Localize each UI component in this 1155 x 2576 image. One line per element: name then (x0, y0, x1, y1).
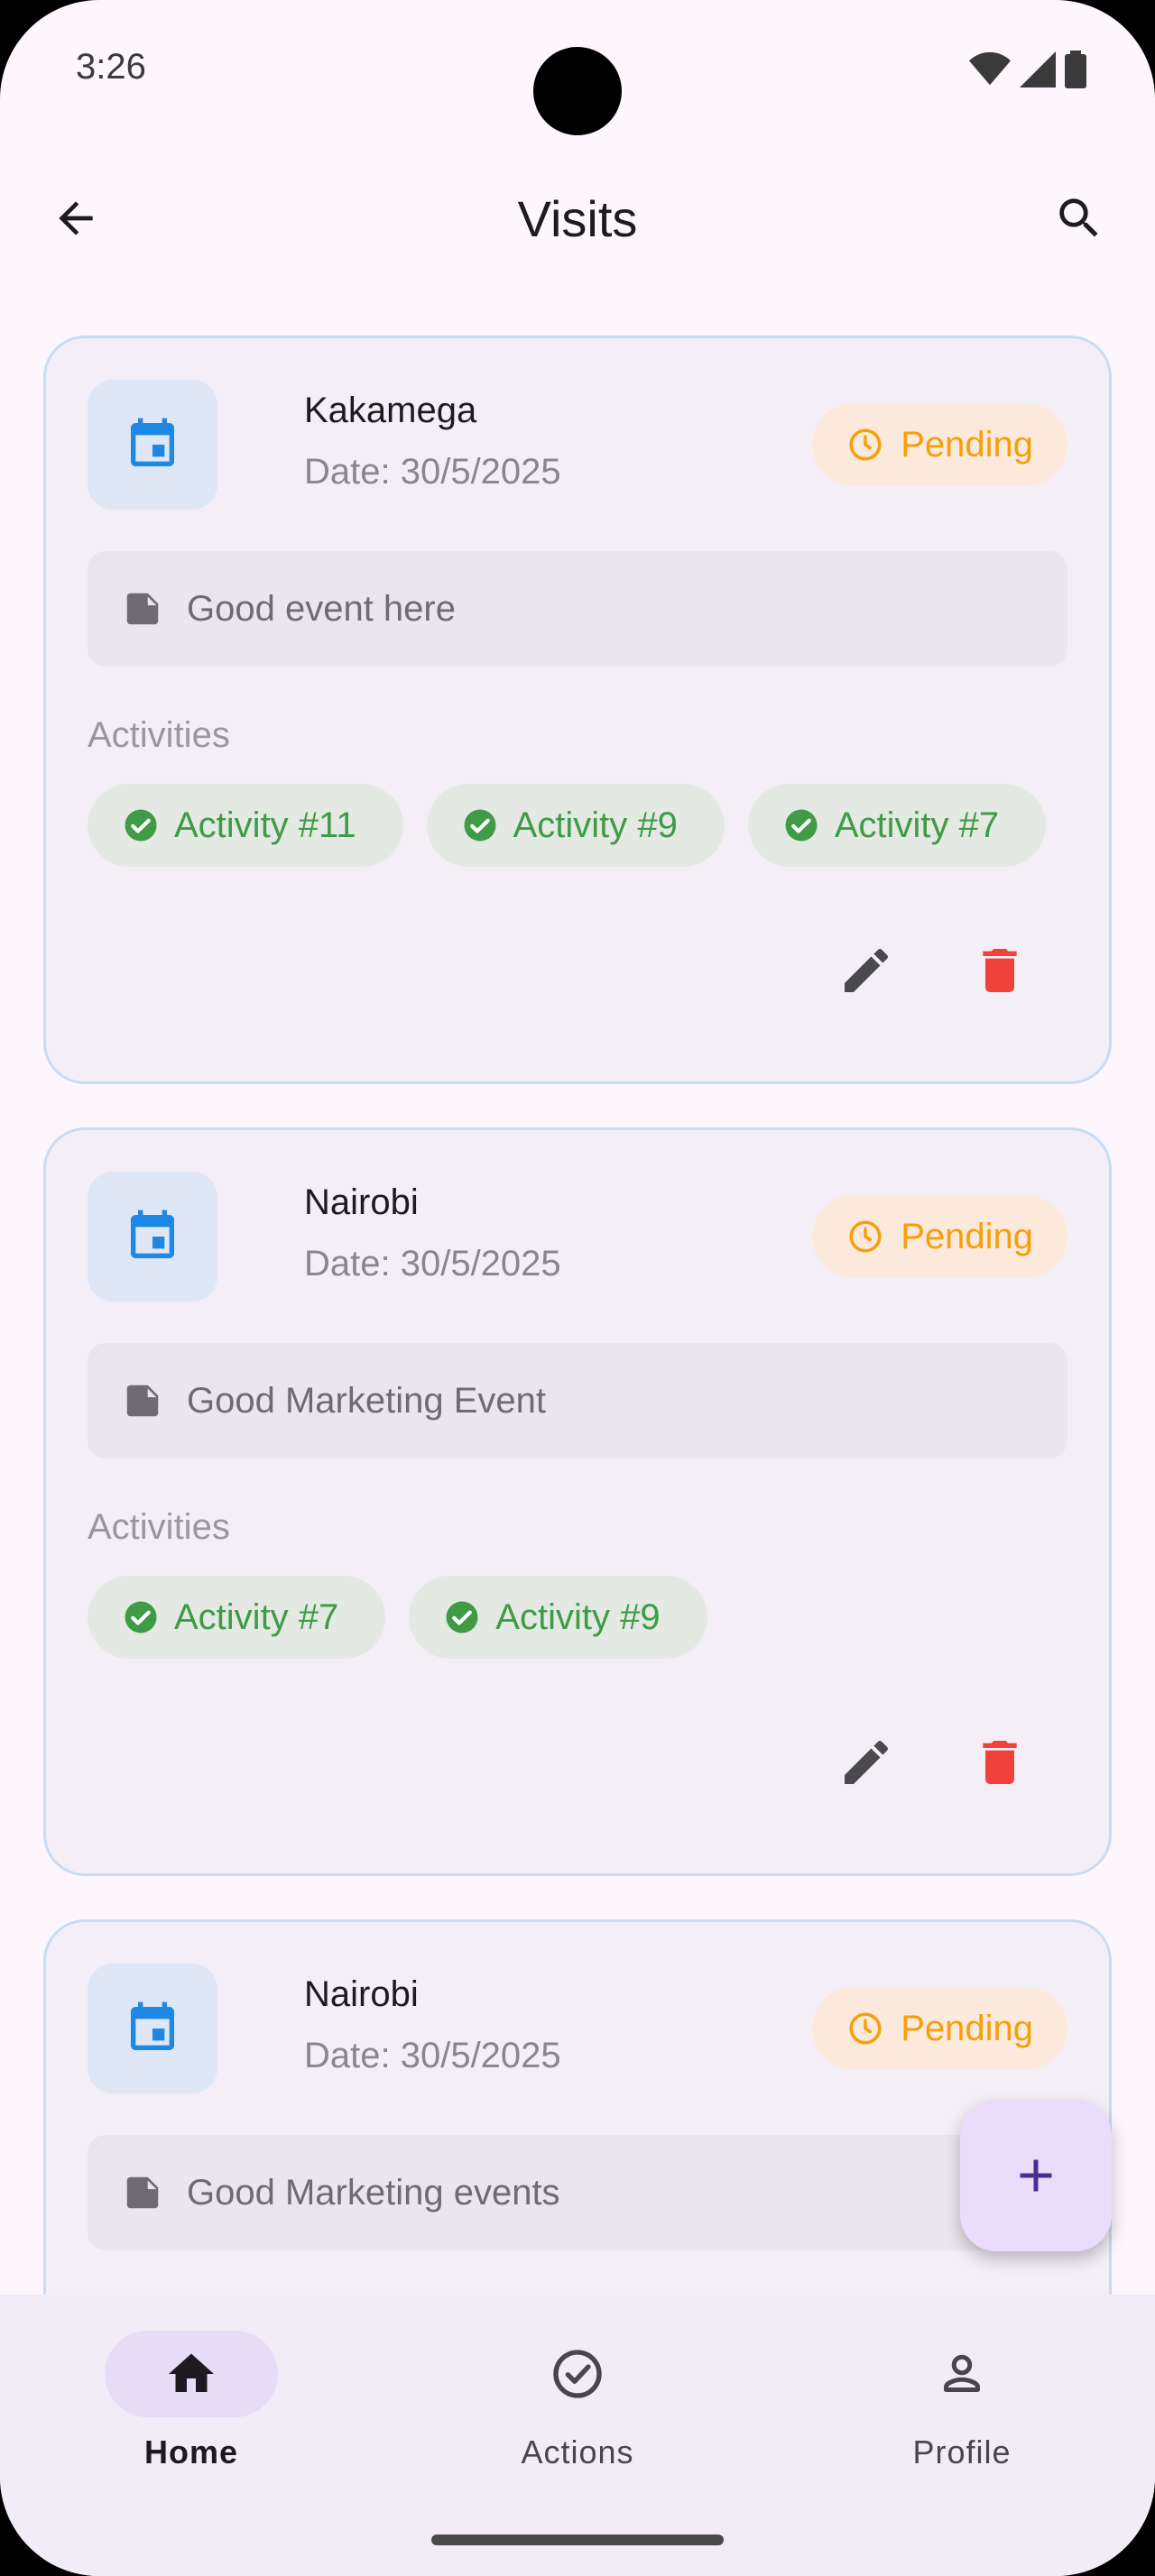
status-badge: Pending (812, 1195, 1067, 1278)
battery-icon (1065, 51, 1086, 88)
activity-chip[interactable]: Activity #9 (409, 1576, 707, 1659)
nav-item-profile[interactable]: Profile (827, 2331, 1097, 2471)
nav-label: Profile (912, 2433, 1012, 2470)
calendar-icon (131, 418, 174, 466)
add-visit-button[interactable] (960, 2100, 1112, 2251)
home-icon (169, 2353, 214, 2392)
activity-chips: Activity #11 Activity #9 Activity #7 (88, 784, 1047, 867)
nav-indicator (875, 2331, 1049, 2417)
camera-cutout (533, 47, 622, 135)
note-box: Good event here (88, 551, 1067, 667)
clock-icon (849, 428, 882, 461)
person-icon (944, 2354, 980, 2392)
search-icon (1059, 198, 1098, 237)
note-box: Good Marketing events (88, 2135, 1067, 2250)
check-circle-icon (125, 1601, 157, 1633)
phone-screen: 3:26 Visits Kakamega Date: 30/5/2025 Pen… (0, 0, 1155, 2576)
note-text: Good Marketing events (187, 2172, 560, 2213)
plus-icon (1020, 2159, 1052, 2192)
card-actions (835, 939, 1031, 1002)
check-circle-icon (553, 2350, 602, 2398)
signal-icon (1020, 51, 1056, 87)
delete-button[interactable] (968, 1731, 1031, 1794)
activity-label: Activity #9 (513, 805, 678, 845)
status-text: Pending (901, 424, 1033, 465)
nav-label: Actions (521, 2433, 634, 2470)
activity-label: Activity #7 (174, 1596, 339, 1637)
check-circle-icon (785, 809, 818, 842)
calendar-icon (131, 2001, 174, 2050)
status-time: 3:26 (76, 47, 146, 87)
activity-chip[interactable]: Activity #7 (88, 1576, 386, 1659)
status-icons (969, 51, 1086, 88)
pencil-icon (845, 948, 889, 992)
note-icon (126, 593, 159, 625)
visit-location: Nairobi (304, 1182, 419, 1222)
card-header: Nairobi Date: 30/5/2025 Pending (88, 1172, 1067, 1302)
calendar-icon (131, 1210, 174, 1258)
note-text: Good Marketing Event (187, 1380, 546, 1421)
activities-label: Activities (88, 1507, 230, 1547)
status-badge: Pending (812, 1987, 1067, 2070)
activity-chip[interactable]: Activity #9 (426, 784, 725, 867)
note-text: Good event here (187, 588, 456, 629)
nav-label: Home (143, 2433, 239, 2470)
card-header: Nairobi Date: 30/5/2025 Pending (88, 1964, 1067, 2093)
status-text: Pending (901, 2008, 1033, 2048)
visit-date: Date: 30/5/2025 (304, 452, 561, 492)
visit-date: Date: 30/5/2025 (304, 2036, 561, 2075)
clock-icon (849, 2012, 882, 2045)
calendar-tile (88, 380, 217, 510)
card-header: Kakamega Date: 30/5/2025 Pending (88, 380, 1067, 510)
activity-chip[interactable]: Activity #7 (747, 784, 1047, 867)
status-badge: Pending (812, 403, 1067, 486)
trash-icon (983, 1741, 1017, 1784)
visit-card[interactable]: Kakamega Date: 30/5/2025 Pending Good ev… (43, 336, 1112, 1084)
calendar-tile (88, 1172, 217, 1302)
home-indicator[interactable] (431, 2535, 724, 2545)
page-title: Visits (517, 190, 638, 247)
visit-date: Date: 30/5/2025 (304, 1244, 561, 1283)
app-bar: Visits (0, 153, 1155, 280)
delete-button[interactable] (968, 939, 1031, 1002)
activity-chip[interactable]: Activity #11 (88, 784, 403, 867)
note-icon (126, 2176, 159, 2209)
activity-label: Activity #9 (495, 1596, 661, 1637)
activity-label: Activity #11 (174, 805, 356, 845)
nav-indicator (491, 2331, 664, 2417)
check-circle-icon (125, 809, 157, 842)
trash-icon (983, 949, 1017, 992)
nav-item-actions[interactable]: Actions (442, 2331, 713, 2471)
visit-location: Kakamega (304, 391, 477, 430)
visit-location: Nairobi (304, 1974, 419, 2014)
wifi-icon (969, 51, 1011, 86)
edit-button[interactable] (835, 1731, 898, 1794)
note-icon (126, 1385, 159, 1417)
search-button[interactable] (1043, 182, 1115, 254)
activity-label: Activity #7 (834, 805, 1000, 845)
activities-label: Activities (88, 715, 230, 755)
calendar-tile (88, 1964, 217, 2093)
nav-item-home[interactable]: Home (56, 2331, 327, 2471)
status-text: Pending (901, 1216, 1033, 1256)
note-box: Good Marketing Event (88, 1343, 1067, 1458)
visit-card[interactable]: Nairobi Date: 30/5/2025 Pending Good Mar… (43, 1127, 1112, 1876)
pencil-icon (845, 1740, 889, 1784)
edit-button[interactable] (835, 939, 898, 1002)
check-circle-icon (446, 1601, 478, 1633)
nav-indicator (105, 2331, 278, 2417)
activity-chips: Activity #7 Activity #9 (88, 1576, 707, 1659)
check-circle-icon (464, 809, 496, 842)
status-bar: 3:26 (0, 0, 1155, 135)
clock-icon (849, 1220, 882, 1253)
card-actions (835, 1731, 1031, 1794)
